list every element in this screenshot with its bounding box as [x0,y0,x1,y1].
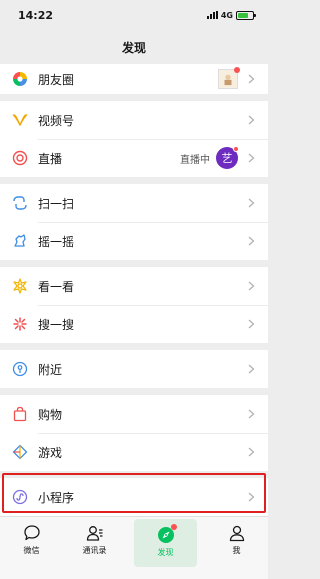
list-item-mini-programs[interactable]: 小程序 [0,478,268,516]
chevron-right-icon [246,364,256,374]
status-bar: 14:22 4G [0,0,268,30]
group-shopping-games: 购物 游戏 [0,395,268,471]
list-item-moments[interactable]: 朋友圈 [0,64,268,94]
group-moments: 朋友圈 [0,64,268,94]
page-title: 发现 [121,40,146,55]
games-icon [12,444,28,460]
chevron-right-icon [246,281,256,291]
list-item-label: 视频号 [38,113,75,128]
network-label: 4G [220,10,233,20]
list-item-label: 摇一摇 [38,234,75,249]
tab-contacts[interactable]: 通讯录 [63,517,126,579]
chevron-right-icon [246,115,256,125]
mini-programs-icon [12,489,28,505]
shopping-icon [12,406,28,422]
list-item-games[interactable]: 游戏 [0,433,268,471]
list-item-label: 小程序 [38,490,75,505]
list-item-nearby[interactable]: 附近 [0,350,268,388]
live-icon [12,150,28,166]
group-nearby: 附近 [0,350,268,388]
tab-label: 微信 [23,546,40,555]
tab-chats[interactable]: 微信 [0,517,63,579]
page-title-bar: 发现 [0,30,268,64]
chevron-right-icon [246,74,256,84]
signal-icon [206,11,218,19]
tab-me[interactable]: 我 [205,517,268,579]
chevron-right-icon [246,492,256,502]
contacts-icon [85,523,105,543]
group-mini-programs: 小程序 [0,478,268,516]
discover-icon [156,524,177,545]
list-item-scan[interactable]: 扫一扫 [0,184,268,222]
status-indicators: 4G [206,10,256,20]
list-item-label: 购物 [38,407,63,422]
chevron-right-icon [246,198,256,208]
list-item-top-stories[interactable]: 看一看 [0,267,268,305]
chevron-right-icon [246,409,256,419]
live-avatar: 艺 [216,146,239,169]
moments-icon [12,71,28,87]
discover-list: 朋友圈 视频号 直播 直播中 艺 扫一扫 摇一摇 看一看 搜一搜 附近 购物 游… [0,64,268,523]
bottom-tab-bar: 微信 通讯录 发现 我 [0,516,268,579]
list-item-label: 看一看 [38,279,75,294]
moments-thumbnail [218,67,240,89]
group-scan-shake: 扫一扫 摇一摇 [0,184,268,260]
top-stories-icon [12,278,28,294]
scan-icon [12,195,28,211]
list-item-shopping[interactable]: 购物 [0,395,268,433]
unread-dot [170,524,177,530]
list-item-label: 直播 [38,151,63,166]
search-icon [12,316,28,332]
tab-label: 通讯录 [82,546,107,555]
live-status-text: 直播中 [180,154,210,166]
chevron-right-icon [246,153,256,163]
list-item-label: 搜一搜 [38,317,75,332]
chevron-right-icon [246,319,256,329]
nearby-icon [12,361,28,377]
list-item-label: 附近 [38,362,63,377]
chevron-right-icon [246,236,256,246]
list-item-label: 游戏 [38,445,63,460]
me-icon [227,523,247,543]
tab-label: 发现 [157,548,174,557]
list-item-search[interactable]: 搜一搜 [0,305,268,343]
chevron-right-icon [246,447,256,457]
unread-dot [233,146,239,152]
list-item-live[interactable]: 直播 直播中 艺 [0,139,268,177]
list-item-channels[interactable]: 视频号 [0,101,268,139]
group-channels: 视频号 直播 直播中 艺 [0,101,268,177]
battery-icon [236,10,256,20]
shake-icon [12,233,28,249]
list-item-label: 扫一扫 [38,196,75,211]
list-item-label: 朋友圈 [38,72,75,87]
unread-dot [234,67,240,73]
group-stories-search: 看一看 搜一搜 [0,267,268,343]
status-time: 14:22 [18,8,54,22]
list-item-shake[interactable]: 摇一摇 [0,222,268,260]
channels-icon [12,112,28,128]
tab-label: 我 [232,546,241,555]
chat-icon [22,523,42,543]
live-avatar-text: 艺 [221,152,233,165]
tab-discover[interactable]: 发现 [134,519,197,567]
